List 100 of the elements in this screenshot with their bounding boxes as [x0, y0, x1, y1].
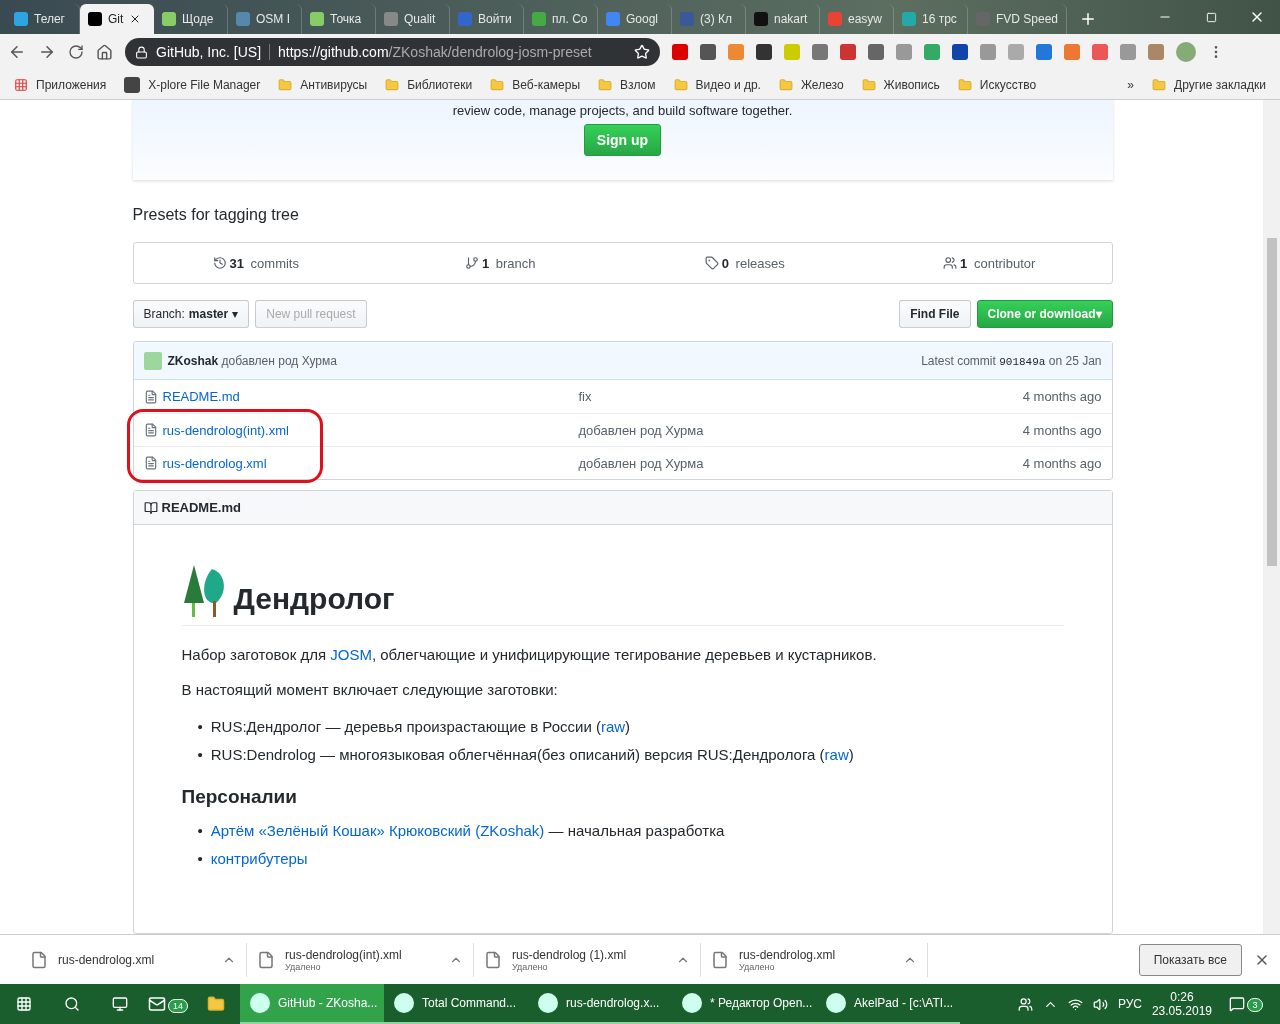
network-icon[interactable]: [1067, 996, 1083, 1012]
bullet: •: [197, 821, 203, 841]
avatar: [143, 351, 162, 370]
folder-icon[interactable]: [207, 995, 225, 1013]
extension-icon[interactable]: [840, 44, 856, 60]
file-icon: [143, 389, 158, 404]
app-icon: [394, 993, 414, 1013]
more-bookmarks[interactable]: »: [1127, 77, 1135, 92]
language-indicator[interactable]: РУС: [1117, 997, 1142, 1011]
file-link[interactable]: rus-dendrolog.xml: [162, 455, 267, 471]
commit-message-link[interactable]: fix: [578, 389, 592, 404]
app-icon: [682, 993, 702, 1013]
scrollbar-thumb[interactable]: [1266, 238, 1277, 566]
notification-icon[interactable]: [1229, 996, 1246, 1012]
search-icon[interactable]: [64, 996, 80, 1012]
branch-icon: [464, 256, 479, 270]
bookmark[interactable]: Взлом: [620, 77, 656, 92]
extension-icon[interactable]: [1036, 44, 1052, 60]
download-item[interactable]: rus-dendrolog (1).xml Удалено: [474, 942, 701, 977]
favicon: [828, 12, 842, 26]
home-icon[interactable]: [96, 43, 113, 61]
commit-message-link[interactable]: добавлен род Хурма: [578, 422, 704, 438]
clock[interactable]: 0:26 23.05.2019: [1151, 990, 1212, 1018]
mail-icon[interactable]: [148, 995, 166, 1013]
people-icon[interactable]: [1017, 996, 1033, 1012]
bookmark[interactable]: Антивирусы: [300, 77, 368, 92]
link[interactable]: raw: [824, 746, 849, 763]
app-icon: [250, 993, 270, 1013]
bookmark[interactable]: Искусство: [979, 77, 1037, 92]
branch-button[interactable]: Branch: master ▾: [132, 300, 250, 328]
stat-link[interactable]: 0 releases: [622, 255, 867, 271]
profile-avatar[interactable]: [1176, 42, 1196, 62]
stat-link[interactable]: 1 branch: [378, 255, 623, 271]
paragraph: В настоящий момент включает следующие заготовки:: [181, 681, 559, 698]
list-text: RUS:Dendrolog — многоязыковая облегчённая(без описаний) версия RUS:Дендролога (raw): [210, 745, 854, 765]
forward-icon[interactable]: [38, 43, 56, 61]
link[interactable]: Артём «Зелёный Кошак» Крюковский (ZKoshak): [210, 822, 545, 839]
favicon: [162, 12, 176, 26]
section-heading: Персоналии: [181, 786, 298, 808]
extension-icon[interactable]: [868, 44, 884, 60]
favicon: [88, 12, 102, 26]
commit-age: 4 months ago: [1021, 422, 1102, 438]
link[interactable]: raw: [600, 718, 626, 735]
find-file-button[interactable]: Find File: [899, 300, 971, 328]
favicon: [14, 12, 28, 26]
paragraph: Набор заготовок для JOSM, облегчающие и унифицирующие тегирование деревьев и кустарников.: [181, 646, 878, 663]
download-item[interactable]: rus-dendrolog.xml: [20, 942, 247, 977]
reload-icon[interactable]: [68, 44, 84, 60]
file-icon: [257, 950, 275, 969]
favicon: [384, 12, 398, 26]
link[interactable]: JOSM: [330, 646, 372, 663]
extension-icon[interactable]: [812, 44, 828, 60]
bookmark[interactable]: Приложения: [36, 77, 107, 92]
bookmark[interactable]: Веб-камеры: [512, 77, 581, 92]
bookmark[interactable]: Видео и др.: [695, 77, 761, 92]
contributors-icon: [943, 256, 958, 270]
back-icon[interactable]: [8, 43, 26, 61]
download-name: rus-dendrolog(int).xml: [285, 947, 403, 962]
commit-message-link[interactable]: добавлен род Хурма: [578, 455, 704, 471]
file-link[interactable]: rus-dendrolog(int).xml: [162, 422, 289, 438]
taskbar-app[interactable]: Total Command...: [384, 984, 528, 1024]
commit-age: 4 months ago: [1021, 455, 1102, 471]
maximize-icon[interactable]: [1205, 11, 1217, 23]
download-status: Удалено: [285, 961, 321, 972]
taskbar-app[interactable]: * Редактор Open...: [672, 984, 816, 1024]
apps-grid-icon[interactable]: [14, 77, 28, 92]
extension-icon[interactable]: [952, 44, 968, 60]
bullet: •: [197, 849, 203, 869]
app-icon[interactable]: [124, 76, 141, 93]
volume-icon[interactable]: [1092, 996, 1108, 1012]
file-icon: [30, 950, 48, 969]
bookmark[interactable]: Живопись: [883, 77, 940, 92]
extension-icon[interactable]: [756, 44, 772, 60]
file-icon: [711, 950, 729, 969]
signup-text: review code, manage projects, and build software together.: [452, 103, 793, 118]
bookmark[interactable]: Железо: [800, 77, 844, 92]
download-item[interactable]: rus-dendrolog(int).xml Удалено: [247, 942, 474, 977]
stat-link[interactable]: 1 contributor: [867, 255, 1112, 271]
lock-icon: [135, 45, 148, 59]
bookmark[interactable]: Другие закладки: [1174, 77, 1266, 92]
address-bar[interactable]: GitHub, Inc. [US] https://github.com/ZKoshak/dendrolog-josm-preset: [125, 38, 660, 66]
file-link[interactable]: README.md: [162, 389, 240, 404]
start-icon[interactable]: [16, 996, 32, 1012]
taskbar-app[interactable]: AkelPad - [c:\ATI...: [816, 984, 960, 1024]
stat-link[interactable]: 31 commits: [133, 255, 378, 271]
download-status: Удалено: [739, 961, 775, 972]
download-name: rus-dendrolog.xml: [58, 952, 156, 967]
link[interactable]: контрибутеры: [210, 848, 308, 870]
download-item[interactable]: rus-dendrolog.xml Удалено: [701, 942, 928, 977]
browser-tab[interactable]: Git: [80, 4, 154, 34]
taskbar-app[interactable]: rus-dendrolog.x...: [528, 984, 672, 1024]
task-view-icon[interactable]: [112, 996, 128, 1012]
star-icon[interactable]: [634, 44, 650, 60]
download-status: Удалено: [512, 961, 548, 972]
bookmark[interactable]: Библиотеки: [407, 77, 473, 92]
extension-icon[interactable]: [1148, 44, 1164, 60]
bookmark[interactable]: X-plore File Manager: [148, 77, 261, 92]
download-name: rus-dendrolog (1).xml: [512, 947, 628, 962]
extension-icon[interactable]: [700, 44, 716, 60]
show-all-button[interactable]: Показать все: [1138, 943, 1242, 976]
